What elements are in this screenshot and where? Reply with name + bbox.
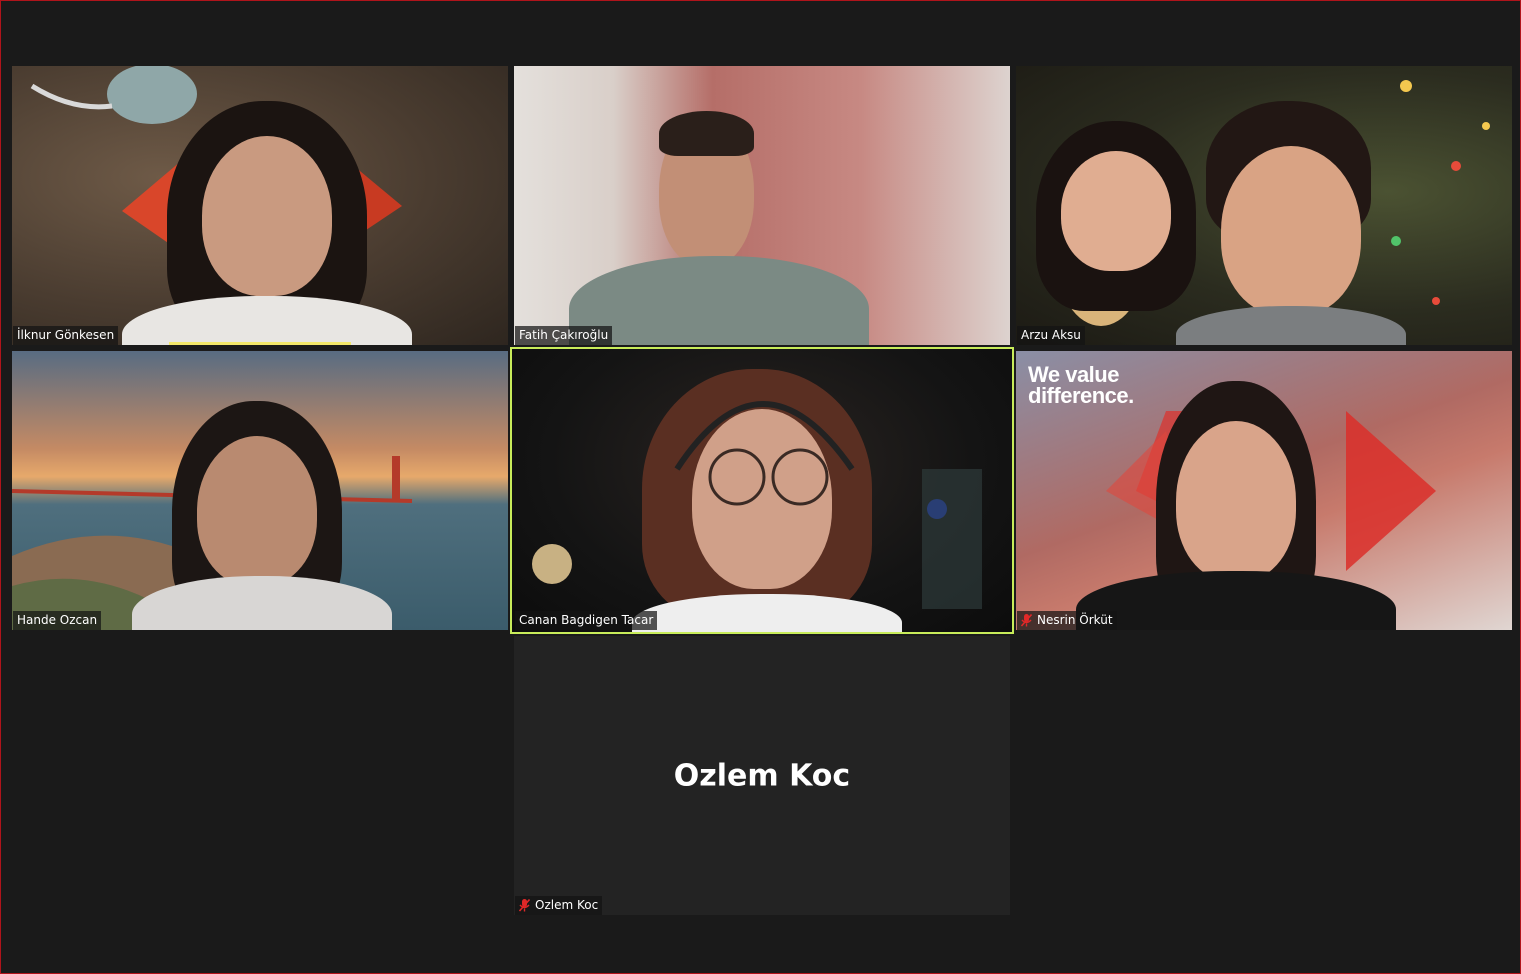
participant-tile-video-off[interactable]: Ozlem Koc Ozlem Koc xyxy=(514,636,1010,915)
participant-name: Hande Ozcan xyxy=(17,613,98,627)
participant-name-tag: Arzu Aksu xyxy=(1017,326,1085,345)
participant-tile[interactable]: Hande Ozcan xyxy=(12,351,508,630)
participant-name: Nesrin Örküt xyxy=(1037,613,1113,627)
background-slogan: We value difference. xyxy=(1028,362,1134,408)
video-meeting-window: İlknur Gönkesen Fatih Çakıroğlu Arzu Aks… xyxy=(0,0,1521,974)
participant-name-tag: Hande Ozcan xyxy=(13,611,102,630)
participant-name-tag: Fatih Çakıroğlu xyxy=(515,326,613,345)
microphone-muted-icon xyxy=(1021,614,1032,627)
participant-name-tag: İlknur Gönkesen xyxy=(13,326,119,345)
participant-tile[interactable]: İlknur Gönkesen xyxy=(12,66,508,345)
participant-name: Canan Bagdigen Tacar xyxy=(519,613,654,627)
participant-name: Arzu Aksu xyxy=(1021,328,1081,342)
participant-video xyxy=(514,66,1010,345)
participant-video xyxy=(12,351,508,630)
participant-tile[interactable]: Arzu Aksu xyxy=(1016,66,1512,345)
participant-name-tag: Nesrin Örküt xyxy=(1017,611,1117,630)
participant-tile[interactable]: We value difference. Nesrin Örküt xyxy=(1016,351,1512,630)
participant-tile-active-speaker[interactable]: Canan Bagdigen Tacar xyxy=(510,347,1014,634)
participant-display-name: Ozlem Koc xyxy=(673,758,851,793)
glasses-and-headset xyxy=(674,401,855,506)
participant-name-tag: Ozlem Koc xyxy=(515,896,603,915)
participant-video xyxy=(1016,66,1512,345)
participant-name: İlknur Gönkesen xyxy=(17,328,115,342)
participant-name: Fatih Çakıroğlu xyxy=(519,328,609,342)
audio-level-indicator xyxy=(169,342,351,345)
participant-tile[interactable]: Fatih Çakıroğlu xyxy=(514,66,1010,345)
participant-video: We value difference. xyxy=(1016,351,1512,630)
participant-video xyxy=(512,349,1012,632)
participant-name-tag: Canan Bagdigen Tacar xyxy=(515,611,658,630)
participant-video xyxy=(12,66,508,345)
microphone-muted-icon xyxy=(519,899,530,912)
participant-name: Ozlem Koc xyxy=(535,898,599,912)
